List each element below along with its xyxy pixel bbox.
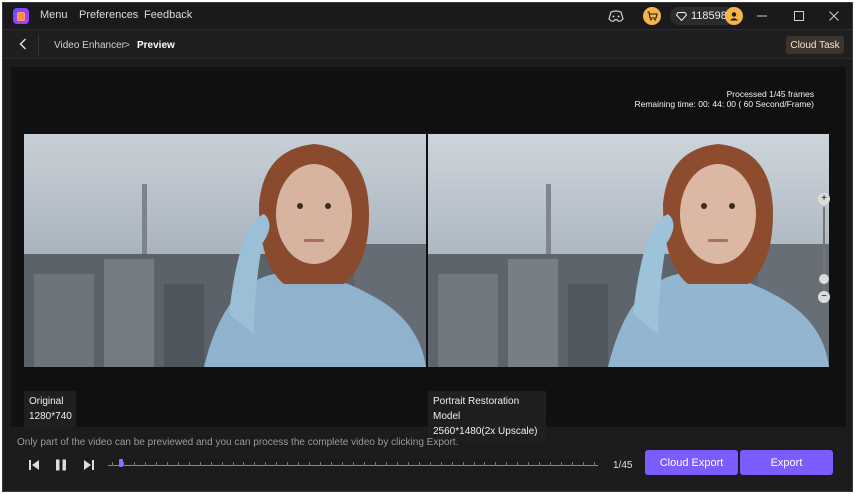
maximize-icon[interactable]: [791, 8, 807, 24]
timeline-tick: [353, 462, 354, 466]
back-arrow-icon[interactable]: [16, 37, 30, 51]
timeline-tick: [484, 462, 486, 466]
timeline-tick: [429, 462, 431, 466]
processing-info: Processed 1/45 frames Remaining time: 00…: [634, 89, 814, 109]
breadcrumb-separator: >: [124, 40, 130, 51]
cloud-task-button[interactable]: Cloud Task: [786, 36, 844, 54]
original-video-frame[interactable]: [24, 134, 426, 367]
timeline-tick: [418, 462, 420, 466]
timeline-tick: [221, 462, 223, 466]
original-title: Original: [29, 396, 64, 407]
timeline-tick: [342, 462, 344, 466]
timeline-tick: [517, 462, 519, 466]
frame-counter: 1/45: [613, 460, 633, 471]
timeline-tick: [232, 462, 234, 466]
timeline-tick: [166, 462, 168, 466]
timeline-tick: [265, 462, 267, 466]
pause-icon[interactable]: [54, 458, 68, 472]
breadcrumb-video-enhancer[interactable]: Video Enhancer: [54, 40, 125, 51]
cloud-export-button[interactable]: Cloud Export: [645, 450, 738, 475]
timeline-tick: [155, 462, 157, 466]
enhanced-video-frame[interactable]: [428, 134, 829, 367]
timeline-tick: [396, 462, 398, 466]
user-avatar-icon[interactable]: [725, 7, 743, 25]
timeline-tick: [440, 462, 442, 466]
timeline-tick: [473, 462, 475, 466]
close-icon[interactable]: [826, 8, 842, 24]
timeline-tick: [528, 462, 530, 466]
timeline-tick: [122, 462, 124, 466]
timeline-tick: [133, 462, 135, 466]
timeline-tick: [254, 462, 256, 466]
timeline-tick: [177, 462, 179, 466]
credits-badge[interactable]: 118598: [670, 7, 743, 25]
timeline-tick: [112, 462, 113, 466]
original-resolution: 1280*740: [29, 411, 72, 422]
timeline-tick: [276, 462, 278, 466]
zoom-out-icon[interactable]: −: [818, 291, 830, 303]
timeline-tick: [199, 462, 201, 466]
timeline-tick: [287, 462, 289, 466]
timeline-tick: [243, 462, 245, 466]
timeline-tick: [407, 462, 409, 466]
next-frame-icon[interactable]: [82, 458, 96, 472]
timeline-tick: [495, 462, 497, 466]
app-logo-icon: [13, 8, 29, 24]
timeline-tick: [506, 462, 508, 466]
shop-cart-icon[interactable]: [643, 7, 661, 25]
export-button[interactable]: Export: [740, 450, 833, 475]
zoom-handle[interactable]: [819, 274, 829, 284]
original-label: Original 1280*740: [24, 391, 76, 427]
timeline-tick: [462, 462, 464, 466]
preview-stage: Processed 1/45 frames Remaining time: 00…: [24, 75, 833, 442]
minimize-icon[interactable]: [754, 8, 770, 24]
remaining-time-text: Remaining time: 00: 44: 00 ( 60 Second/F…: [634, 99, 814, 109]
nav-divider: [38, 34, 39, 56]
breadcrumb-preview: Preview: [137, 40, 175, 51]
timeline-slider[interactable]: [108, 456, 598, 474]
diamond-icon: [676, 11, 687, 21]
timeline-tick: [451, 462, 453, 466]
timeline-tick: [594, 462, 595, 466]
discord-icon[interactable]: [607, 8, 625, 24]
menu-item-menu[interactable]: Menu: [40, 9, 68, 21]
timeline-tick: [374, 462, 376, 466]
processed-frames-text: Processed 1/45 frames: [726, 89, 814, 99]
timeline-tick: [188, 462, 190, 466]
timeline-tick: [298, 462, 300, 466]
credits-count: 118598: [691, 10, 727, 22]
timeline-tick: [363, 462, 365, 466]
timeline-tick: [550, 462, 552, 466]
previous-frame-icon[interactable]: [27, 458, 41, 472]
timeline-tick: [572, 462, 574, 466]
app-window: Menu Preferences Feedback 118598 Video E…: [2, 2, 853, 492]
timeline-tick: [320, 462, 322, 466]
model-label: Portrait Restoration Model 2560*1480(2x …: [428, 391, 546, 442]
timeline-tick: [210, 462, 212, 466]
menu-item-feedback[interactable]: Feedback: [144, 9, 192, 21]
timeline-tick: [309, 462, 311, 466]
zoom-in-icon[interactable]: +: [818, 193, 830, 205]
timeline-tick: [331, 462, 333, 466]
timeline-tick: [539, 462, 541, 466]
zoom-slider[interactable]: + −: [818, 193, 830, 303]
timeline-tick: [385, 462, 387, 466]
timeline-tick: [144, 462, 146, 466]
preview-area: Processed 1/45 frames Remaining time: 00…: [11, 67, 846, 442]
export-hint: Only part of the video can be previewed …: [17, 437, 459, 448]
nav-bar: Video Enhancer > Preview Cloud Task: [3, 29, 852, 59]
menu-item-preferences[interactable]: Preferences: [79, 9, 138, 21]
timeline-tick: [561, 462, 563, 466]
timeline-tick: [583, 462, 585, 466]
title-bar: Menu Preferences Feedback 118598: [3, 3, 852, 29]
model-title: Portrait Restoration Model: [433, 396, 520, 422]
